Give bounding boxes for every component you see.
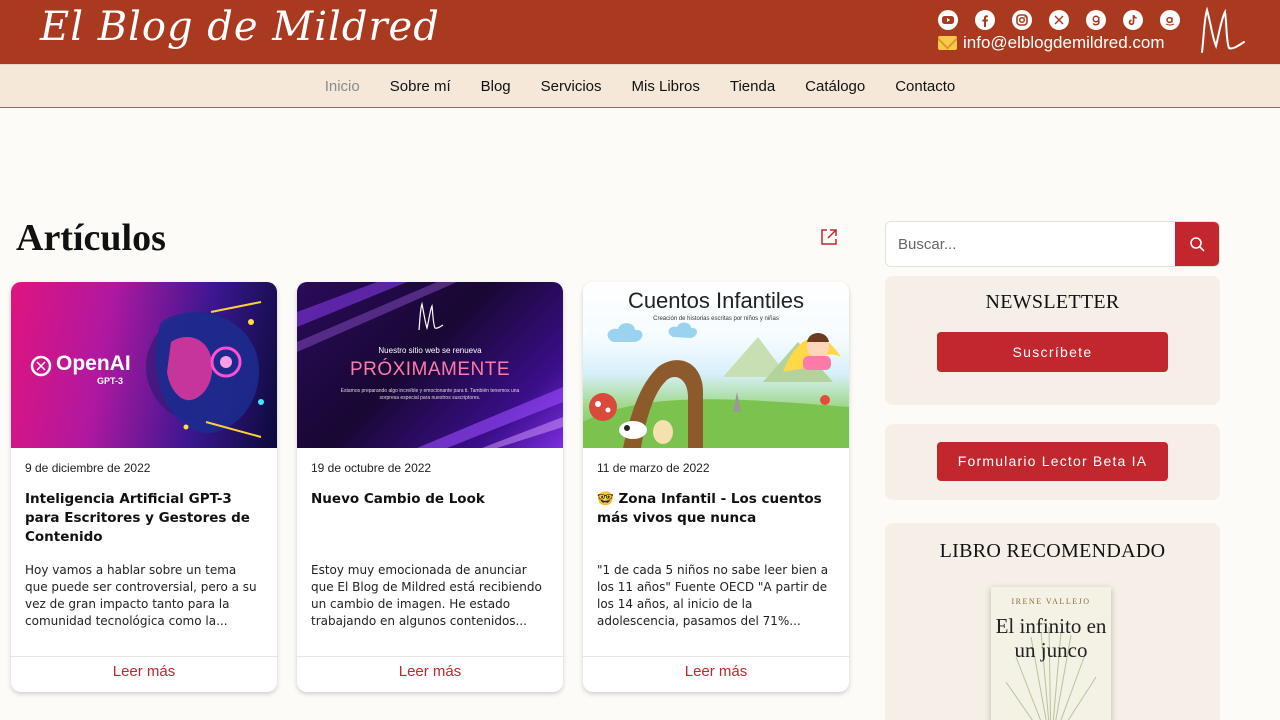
article-title[interactable]: Inteligencia Artificial GPT-3 para Escri… [25, 490, 263, 554]
recommended-book-title: LIBRO RECOMENDADO [939, 540, 1166, 562]
nav-item-tienda[interactable]: Tienda [730, 78, 775, 95]
nav-item-servicios[interactable]: Servicios [541, 78, 602, 95]
read-more-link[interactable]: Leer más [297, 656, 563, 692]
subscribe-button[interactable]: Suscríbete [937, 332, 1168, 372]
article-card[interactable]: Nuestro sitio web se renueva PRÓXIMAMENT… [297, 282, 563, 692]
article-image[interactable]: Nuestro sitio web se renueva PRÓXIMAMENT… [297, 282, 563, 448]
external-link-icon[interactable] [820, 228, 838, 246]
article-title[interactable]: Nuevo Cambio de Look [311, 490, 549, 554]
nav-item-inicio[interactable]: Inicio [325, 78, 360, 95]
book-cover[interactable]: IRENE VALLEJO El infinito en un junco [991, 587, 1111, 720]
youtube-icon[interactable] [938, 10, 958, 30]
nav-item-catalogo[interactable]: Catálogo [805, 78, 865, 95]
site-logo[interactable]: El Blog de Mildred [40, 4, 440, 50]
search-button[interactable] [1175, 222, 1219, 266]
image-subtitle: GPT-3 [97, 376, 124, 386]
nav-item-sobre-mi[interactable]: Sobre mí [390, 78, 451, 95]
image-title: PRÓXIMAMENTE [349, 359, 511, 380]
recommended-book-box: LIBRO RECOMENDADO IRENE VALLEJO El infin… [885, 523, 1220, 720]
image-title: OpenAI [56, 352, 131, 375]
image-heading: Nuestro sitio web se renueva [378, 346, 482, 355]
nav-item-mis-libros[interactable]: Mis Libros [632, 78, 700, 95]
top-header: El Blog de Mildred info@elblogdemildred.… [0, 0, 1280, 64]
newsletter-title: NEWSLETTER [985, 291, 1120, 313]
beta-reader-box: Formulario Lector Beta IA [885, 424, 1220, 500]
book-cover-title: El infinito en un junco [995, 614, 1107, 662]
nav-item-contacto[interactable]: Contacto [895, 78, 955, 95]
image-subtitle: Creación de historias escritas por niños… [653, 316, 779, 322]
article-title[interactable]: 🤓 Zona Infantil - Los cuentos más vivos … [597, 490, 835, 554]
article-date: 11 de marzo de 2022 [597, 461, 710, 475]
article-date: 19 de octubre de 2022 [311, 461, 432, 475]
read-more-link[interactable]: Leer más [11, 656, 277, 692]
article-card[interactable]: OpenAI GPT-3 9 de diciembre de 2022 Inte… [11, 282, 277, 692]
tiktok-icon[interactable] [1123, 10, 1143, 30]
amazon-icon[interactable] [1160, 10, 1180, 30]
newsletter-box: NEWSLETTER Suscríbete [885, 276, 1220, 405]
article-date: 9 de diciembre de 2022 [25, 461, 151, 475]
image-title: Cuentos Infantiles [627, 288, 805, 313]
search-form [885, 221, 1220, 267]
contact-email[interactable]: info@elblogdemildred.com [938, 33, 1165, 53]
article-excerpt: "1 de cada 5 niños no sabe leer bien a l… [597, 563, 829, 628]
monogram-icon [1201, 6, 1245, 53]
nav-item-blog[interactable]: Blog [481, 78, 511, 95]
article-excerpt: Hoy vamos a hablar sobre un tema que pue… [25, 563, 257, 628]
search-input[interactable] [886, 222, 1176, 266]
facebook-icon[interactable] [975, 10, 995, 30]
beta-reader-form-button[interactable]: Formulario Lector Beta IA [937, 442, 1168, 481]
main-nav: Inicio Sobre mí Blog Servicios Mis Libro… [0, 64, 1280, 108]
envelope-icon [938, 36, 957, 50]
instagram-icon[interactable] [1012, 10, 1032, 30]
article-excerpt: Estoy muy emocionada de anunciar que El … [311, 563, 542, 628]
social-links [938, 10, 1180, 30]
page-title: Artículos [16, 217, 166, 259]
image-subtitle: Estamos preparando algo increíble y emoc… [340, 388, 520, 401]
read-more-link[interactable]: Leer más [583, 656, 849, 692]
search-icon [1190, 237, 1205, 252]
x-icon[interactable] [1049, 10, 1069, 30]
goodreads-icon[interactable] [1086, 10, 1106, 30]
article-image[interactable]: Cuentos Infantiles Creación de historias… [583, 282, 849, 448]
article-card[interactable]: Cuentos Infantiles Creación de historias… [583, 282, 849, 692]
email-text: info@elblogdemildred.com [963, 33, 1165, 52]
article-image[interactable]: OpenAI GPT-3 [11, 282, 277, 448]
